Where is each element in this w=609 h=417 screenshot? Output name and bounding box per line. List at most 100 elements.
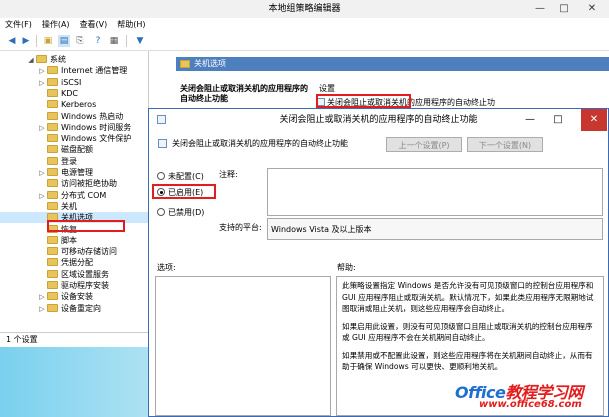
tree-item[interactable]: Windows 热启动 [0, 111, 148, 122]
comment-textarea[interactable] [267, 168, 603, 216]
radio-label: 未配置(C) [168, 172, 204, 181]
radio-label: 已禁用(D) [168, 208, 205, 217]
minimize-button[interactable]: — [528, 0, 552, 18]
help-paragraph: 此策略设置指定 Windows 是否允许没有可见顶级窗口的控制台应用程序和 GU… [342, 281, 594, 313]
supported-platform-label: 支持的平台: [219, 223, 262, 232]
watermark: Office教程学习网 www.office68.com [455, 379, 605, 413]
menu-view[interactable]: 查看(V) [75, 18, 113, 32]
dialog-close-button[interactable]: ✕ [581, 109, 607, 131]
policy-setting-dialog: 关闭会阻止或取消关机的应用程序的自动终止功能 — □ ✕ 关闭会阻止或取消关机的… [148, 108, 609, 417]
tree-item[interactable]: ▷ 设备重定向 [0, 303, 148, 314]
menu-action[interactable]: 操作(A) [37, 18, 75, 32]
tree-item[interactable]: 登录 [0, 156, 148, 167]
setting-description: 关闭会阻止或取消关机的应用程序的自动终止功能 [180, 84, 308, 103]
dialog-minimize-button[interactable]: — [519, 109, 541, 131]
tree-item-label: 关机 [61, 201, 77, 211]
forward-icon[interactable]: ▶ [20, 35, 32, 47]
tree-item[interactable]: 区域设置服务 [0, 269, 148, 280]
radio-highlight-box [152, 184, 216, 199]
tree-item-label: 驱动程序安装 [61, 281, 109, 290]
column-header-setting[interactable]: 设置 [319, 83, 335, 94]
folder-icon [180, 60, 190, 68]
tree-item-label: Kerberos [61, 100, 97, 110]
tree-item[interactable]: Windows 文件保护 [0, 133, 148, 144]
folder-icon [47, 100, 58, 109]
radio-not-configured[interactable]: 未配置(C) [157, 171, 204, 183]
setting-highlight-box [316, 94, 411, 108]
tree-item-label: 磁盘配额 [61, 145, 93, 155]
pane-header: 关机选项 [176, 57, 609, 71]
supported-platform-value: Windows Vista 及以上版本 [271, 225, 372, 234]
policy-setting-icon [158, 139, 167, 148]
folder-icon [47, 303, 58, 312]
back-icon[interactable]: ◀ [6, 35, 18, 47]
radio-disabled[interactable]: 已禁用(D) [157, 207, 204, 219]
options-panel [155, 276, 331, 416]
maximize-button[interactable]: □ [552, 0, 576, 18]
tree-item-label: 电源管理 [61, 168, 93, 177]
tree-item-label: Windows 时间服务 [61, 122, 132, 132]
tree-item-label: 登录 [61, 156, 77, 166]
tree-item[interactable]: 磁盘配额 [0, 144, 148, 155]
policy-tree[interactable]: ◢ 系统 ▷ Internet 通信管理 ▷ iSCSI KDC Kerberos Window… [0, 51, 149, 331]
dialog-header: 关闭会阻止或取消关机的应用程序的自动终止功能 上一个设置(P) 下一个设置(N) [149, 131, 608, 157]
toolbar-separator [126, 35, 127, 47]
tree-item[interactable]: ▷ 设备安装 [0, 291, 148, 302]
tree-item-label: Windows 热启动 [61, 111, 124, 121]
tree-item[interactable]: ▷ Internet 通信管理 [0, 65, 148, 76]
radio-circle [157, 208, 165, 216]
tree-item[interactable]: 可移动存储访问 [0, 246, 148, 257]
dialog-title: 关闭会阻止或取消关机的应用程序的自动终止功能 [279, 115, 478, 125]
folder-icon [36, 55, 47, 63]
folder-icon [47, 269, 58, 278]
dialog-maximize-button[interactable]: □ [547, 109, 569, 131]
tree-item[interactable]: 驱动程序安装 [0, 280, 148, 291]
tree-item[interactable]: ▷ iSCSI [0, 77, 148, 88]
tree-item-label: 可移动存储访问 [61, 247, 117, 257]
menu-bar: 文件(F) 操作(A) 查看(V) 帮助(H) [0, 18, 609, 32]
tree-item-label: 凭据分配 [61, 258, 93, 268]
toolbar-separator [36, 35, 37, 47]
tree-item-label: 访问被拒绝协助 [61, 179, 117, 189]
up-folder-icon[interactable]: ▣ [42, 35, 54, 47]
tree-item-label: iSCSI [61, 77, 82, 87]
folder-icon [47, 235, 58, 244]
folder-icon [47, 77, 58, 86]
folder-icon [47, 134, 58, 143]
tree-item[interactable]: 访问被拒绝协助 [0, 178, 148, 189]
menu-file[interactable]: 文件(F) [0, 18, 37, 32]
folder-icon [47, 258, 58, 267]
tree-item[interactable]: KDC [0, 88, 148, 99]
tree-item[interactable]: 关机 [0, 201, 148, 212]
tree-item[interactable]: Kerberos [0, 99, 148, 110]
show-tree-icon[interactable]: ▤ [58, 35, 70, 47]
tree-highlight-box [47, 220, 125, 232]
close-button[interactable]: ✕ [580, 0, 604, 18]
tree-item[interactable]: ▷ 分布式 COM [0, 190, 148, 201]
help-paragraph: 如果禁用或不配置此设置，则这些应用程序将在关机期间自动终止，从而有助于确保 Wi… [342, 350, 593, 372]
export-list-icon[interactable]: ⎘ [74, 35, 86, 47]
folder-icon [47, 88, 58, 97]
tree-item-label: 系统 [50, 55, 66, 64]
main-window-title: 本地组策略编辑器 [268, 4, 341, 14]
tree-item[interactable]: 脚本 [0, 235, 148, 246]
tree-item-label: Windows 文件保护 [61, 134, 132, 144]
help-icon[interactable]: ? [92, 35, 104, 47]
toolbar: ◀ ▶ ▣ ▤ ⎘ ? ▦ ▼ [0, 32, 609, 51]
tree-item[interactable]: 凭据分配 [0, 257, 148, 268]
tree-item[interactable]: ◢ 系统 [0, 54, 148, 65]
menu-help[interactable]: 帮助(H) [112, 18, 150, 32]
folder-icon [47, 156, 58, 165]
tree-item-label: Internet 通信管理 [61, 66, 128, 76]
previous-setting-button[interactable]: 上一个设置(P) [386, 137, 462, 152]
properties-icon[interactable]: ▦ [108, 35, 120, 47]
tree-item[interactable]: ▷ Windows 时间服务 [0, 122, 148, 133]
filter-icon[interactable]: ▼ [134, 35, 146, 47]
folder-icon [47, 66, 58, 75]
expand-toggle-icon[interactable]: ▷ [37, 304, 47, 315]
help-paragraph: 如果启用此设置，则没有可见顶级窗口且阻止或取消关机的控制台应用程序或 GUI 应… [342, 321, 593, 343]
tree-item-label: 设备安装 [61, 292, 93, 302]
next-setting-button[interactable]: 下一个设置(N) [467, 137, 543, 152]
tree-item[interactable]: ▷ 电源管理 [0, 167, 148, 178]
folder-icon [47, 168, 58, 176]
